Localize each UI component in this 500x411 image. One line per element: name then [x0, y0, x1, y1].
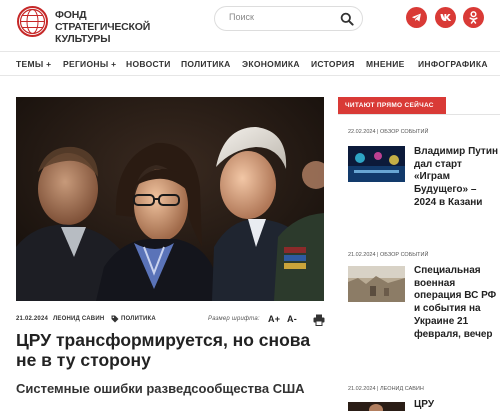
- article-hero-image[interactable]: [16, 97, 324, 301]
- tag-icon: [111, 315, 119, 323]
- nav-item-news[interactable]: НОВОСТИ: [126, 59, 171, 69]
- nav-item-economy[interactable]: ЭКОНОМИКА: [242, 59, 300, 69]
- sidebar-item-thumbnail[interactable]: [348, 146, 405, 182]
- nav-item-infographics[interactable]: ИНФОГРАФИКА: [418, 59, 488, 69]
- font-size-label: Размер шрифта:: [208, 316, 260, 322]
- article-meta: 21.02.2024 ЛЕОНИД САВИН ПОЛИТИКА Размер …: [16, 314, 326, 328]
- sidebar-heading: ЧИТАЮТ ПРЯМО СЕЙЧАС: [338, 97, 446, 115]
- sidebar-item-thumbnail[interactable]: [348, 266, 405, 302]
- article-title[interactable]: ЦРУ трансформируется, но снова не в ту с…: [16, 330, 326, 370]
- font-increase-button[interactable]: A+: [268, 314, 280, 324]
- main-nav: ТЕМЫ + РЕГИОНЫ + НОВОСТИ ПОЛИТИКА ЭКОНОМ…: [0, 51, 500, 76]
- nav-item-regions[interactable]: РЕГИОНЫ +: [63, 59, 116, 69]
- sidebar-item-title[interactable]: ЦРУ: [414, 399, 500, 411]
- article-date: 21.02.2024: [16, 316, 49, 322]
- nav-item-politics[interactable]: ПОЛИТИКА: [181, 59, 231, 69]
- sidebar-item-meta: 21.02.2024 | ОБЗОР СОБЫТИЙ: [348, 252, 429, 258]
- telegram-icon[interactable]: [406, 7, 427, 28]
- article-category[interactable]: ПОЛИТИКА: [121, 316, 156, 322]
- sidebar-divider: [338, 114, 500, 115]
- nav-item-history[interactable]: ИСТОРИЯ: [311, 59, 355, 69]
- print-icon[interactable]: [313, 314, 325, 326]
- sidebar-item-meta: 21.02.2024 | ЛЕОНИД САВИН: [348, 386, 424, 392]
- search-box[interactable]: [214, 6, 363, 31]
- sidebar-item-meta: 22.02.2024 | ОБЗОР СОБЫТИЙ: [348, 129, 429, 135]
- site-header: Фонд стратегической культуры: [0, 0, 500, 46]
- odnoklassniki-icon[interactable]: [463, 7, 484, 28]
- nav-item-themes[interactable]: ТЕМЫ +: [16, 59, 51, 69]
- search-input[interactable]: [229, 12, 339, 22]
- vk-icon[interactable]: [435, 7, 456, 28]
- article-subtitle: Системные ошибки разведсообщества США: [16, 381, 305, 396]
- sidebar-item-title[interactable]: Специальная военная операция ВС РФ и соб…: [414, 265, 500, 341]
- font-decrease-button[interactable]: A-: [287, 314, 297, 324]
- search-icon[interactable]: [340, 12, 354, 26]
- logo-text[interactable]: Фонд стратегической культуры: [55, 9, 170, 45]
- nav-item-opinion[interactable]: МНЕНИЕ: [366, 59, 405, 69]
- article-author[interactable]: ЛЕОНИД САВИН: [53, 316, 104, 322]
- sidebar-item-title[interactable]: Владимир Путин дал старт «Играм Будущего…: [414, 146, 500, 210]
- sidebar-item-thumbnail[interactable]: [348, 400, 405, 411]
- logo-icon[interactable]: [17, 6, 48, 37]
